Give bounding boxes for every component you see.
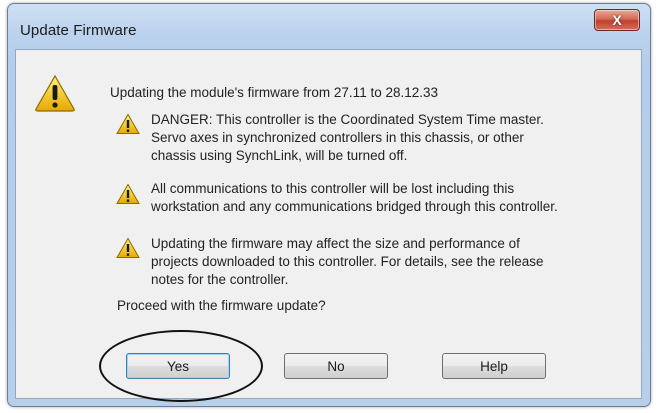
warning-line: Servo axes in synchronized controllers i… (151, 130, 524, 145)
help-button[interactable]: Help (442, 353, 546, 379)
help-button-label: Help (480, 358, 508, 374)
firmware-update-headline: Updating the module's firmware from 27.1… (110, 85, 439, 100)
yes-button-label: Yes (166, 358, 190, 374)
warning-icon (35, 74, 75, 112)
warning-line: All communications to this controller wi… (151, 181, 515, 196)
warning-icon (116, 113, 140, 134)
warning-line: workstation and any communications bridg… (151, 199, 558, 214)
warning-line: chassis using SynchLink, will be turned … (151, 148, 408, 163)
window-title: Update Firmware (20, 22, 137, 39)
warning-icon (116, 237, 140, 258)
proceed-prompt: Proceed with the firmware update? (117, 298, 326, 313)
no-button[interactable]: No (284, 353, 388, 379)
yes-button[interactable]: Yes (126, 353, 230, 379)
close-button[interactable]: X (594, 9, 640, 31)
no-button-label: No (327, 358, 345, 374)
title-bar[interactable]: Update Firmware X (8, 4, 650, 50)
warning-line: projects downloaded to this controller. … (151, 254, 544, 269)
warning-icon (116, 183, 140, 204)
warning-message-danger: DANGER: This controller is the Coordinat… (151, 111, 631, 165)
warning-line: Updating the firmware may affect the siz… (151, 236, 520, 251)
warning-message-firmware-size: Updating the firmware may affect the siz… (151, 235, 631, 289)
close-icon: X (612, 12, 622, 28)
warning-message-communications: All communications to this controller wi… (151, 180, 631, 216)
warning-line: DANGER: This controller is the Coordinat… (151, 112, 544, 127)
warning-line: notes for the controller. (151, 272, 289, 287)
